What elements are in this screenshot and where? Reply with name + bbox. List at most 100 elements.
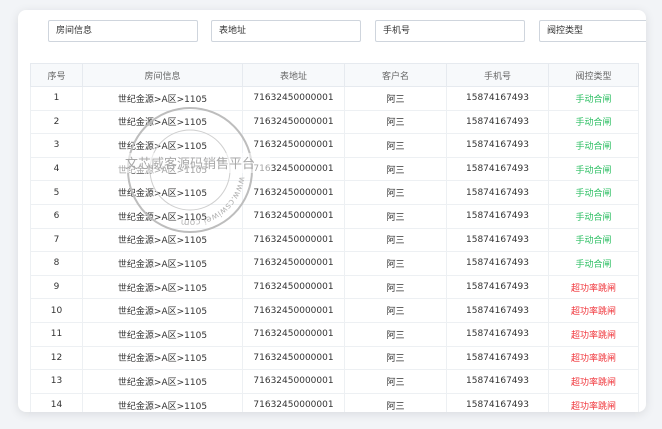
meter-address-cell: 71632450000001 bbox=[242, 251, 345, 276]
customer-name-cell: 阿三 bbox=[344, 133, 447, 158]
meter-address-cell: 71632450000001 bbox=[242, 392, 345, 412]
row-index: 7 bbox=[30, 227, 83, 253]
customer-name-cell: 阿三 bbox=[344, 86, 447, 111]
valve-type-cell: 手动合闸 bbox=[548, 203, 639, 229]
customer-name-cell: 阿三 bbox=[344, 156, 447, 182]
table-row[interactable]: 11 世纪金源>A区>1105 71632450000001 阿三 1587416749… bbox=[30, 321, 639, 347]
phone-cell: 15874167493 bbox=[446, 203, 549, 229]
col-phone-header: 手机号 bbox=[446, 63, 549, 87]
table-header-row: 序号 房间信息 表地址 客户名 手机号 阀控类型 bbox=[30, 63, 639, 87]
customer-name-cell: 阿三 bbox=[344, 321, 447, 347]
table-row[interactable]: 14 世纪金源>A区>1105 71632450000001 阿三 1587416749… bbox=[30, 392, 639, 412]
col-index-header: 序号 bbox=[30, 63, 83, 87]
table-row[interactable]: 7 世纪金源>A区>1105 71632450000001 阿三 15874167493… bbox=[30, 227, 639, 253]
phone-cell: 15874167493 bbox=[446, 298, 549, 323]
col-customer-name-header: 客户名 bbox=[344, 63, 447, 87]
meter-address-cell: 71632450000001 bbox=[242, 274, 345, 300]
row-index: 8 bbox=[30, 251, 83, 276]
room-info-cell: 世纪金源>A区>1105 bbox=[82, 203, 243, 229]
room-info-cell: 世纪金源>A区>1105 bbox=[82, 86, 243, 111]
row-index: 14 bbox=[30, 392, 83, 412]
valve-type-cell: 超功率跳闸 bbox=[548, 274, 639, 300]
table-row[interactable]: 10 世纪金源>A区>1105 71632450000001 阿三 1587416749… bbox=[30, 298, 639, 323]
phone-cell: 15874167493 bbox=[446, 180, 549, 205]
table-row[interactable]: 6 世纪金源>A区>1105 71632450000001 阿三 15874167493… bbox=[30, 203, 639, 229]
row-index: 10 bbox=[30, 298, 83, 323]
phone-cell: 15874167493 bbox=[446, 321, 549, 347]
meter-address-cell: 71632450000001 bbox=[242, 298, 345, 323]
room-info-cell: 世纪金源>A区>1105 bbox=[82, 345, 243, 371]
meter-address-cell: 71632450000001 bbox=[242, 180, 345, 205]
valve-type-cell: 手动合闸 bbox=[548, 133, 639, 158]
customer-name-cell: 阿三 bbox=[344, 227, 447, 253]
room-info-cell: 世纪金源>A区>1105 bbox=[82, 251, 243, 276]
room-info-cell: 世纪金源>A区>1105 bbox=[82, 156, 243, 182]
phone-cell: 15874167493 bbox=[446, 345, 549, 371]
table-row[interactable]: 8 世纪金源>A区>1105 71632450000001 阿三 15874167493… bbox=[30, 251, 639, 276]
phone-cell: 15874167493 bbox=[446, 274, 549, 300]
meter-address-cell: 71632450000001 bbox=[242, 156, 345, 182]
room-info-cell: 世纪金源>A区>1105 bbox=[82, 274, 243, 300]
valve-type-cell: 手动合闸 bbox=[548, 156, 639, 182]
room-info-cell: 世纪金源>A区>1105 bbox=[82, 321, 243, 347]
customer-name-cell: 阿三 bbox=[344, 109, 447, 135]
meter-address-cell: 71632450000001 bbox=[242, 227, 345, 253]
phone-cell: 15874167493 bbox=[446, 227, 549, 253]
room-info-filter-input[interactable]: 房间信息 bbox=[48, 20, 198, 42]
customer-name-cell: 阿三 bbox=[344, 369, 447, 394]
row-index: 1 bbox=[30, 86, 83, 111]
valve-type-cell: 手动合闸 bbox=[548, 251, 639, 276]
valve-type-cell: 手动合闸 bbox=[548, 86, 639, 111]
valve-type-cell: 手动合闸 bbox=[548, 227, 639, 253]
row-index: 13 bbox=[30, 369, 83, 394]
table-row[interactable]: 13 世纪金源>A区>1105 71632450000001 阿三 1587416749… bbox=[30, 369, 639, 394]
table-row[interactable]: 2 世纪金源>A区>1105 71632450000001 阿三 15874167493… bbox=[30, 109, 639, 135]
customer-name-cell: 阿三 bbox=[344, 180, 447, 205]
table-row[interactable]: 5 世纪金源>A区>1105 71632450000001 阿三 15874167493… bbox=[30, 180, 639, 205]
table-row[interactable]: 4 世纪金源>A区>1105 71632450000001 阿三 15874167493… bbox=[30, 156, 639, 182]
table-row[interactable]: 9 世纪金源>A区>1105 71632450000001 阿三 15874167493… bbox=[30, 274, 639, 300]
col-meter-address-header: 表地址 bbox=[242, 63, 345, 87]
row-index: 11 bbox=[30, 321, 83, 347]
meter-address-cell: 71632450000001 bbox=[242, 345, 345, 371]
row-index: 9 bbox=[30, 274, 83, 300]
customer-name-cell: 阿三 bbox=[344, 298, 447, 323]
valve-type-cell: 超功率跳闸 bbox=[548, 298, 639, 323]
meter-address-cell: 71632450000001 bbox=[242, 203, 345, 229]
customer-name-cell: 阿三 bbox=[344, 251, 447, 276]
valve-type-cell: 超功率跳闸 bbox=[548, 321, 639, 347]
valve-type-cell: 超功率跳闸 bbox=[548, 369, 639, 394]
room-info-cell: 世纪金源>A区>1105 bbox=[82, 298, 243, 323]
phone-cell: 15874167493 bbox=[446, 109, 549, 135]
valve-type-cell: 手动合闸 bbox=[548, 180, 639, 205]
filter-bar: 房间信息 表地址 手机号 阀控类型 bbox=[48, 20, 646, 42]
table-row[interactable]: 1 世纪金源>A区>1105 71632450000001 阿三 15874167493… bbox=[30, 86, 639, 111]
row-index: 12 bbox=[30, 345, 83, 371]
phone-cell: 15874167493 bbox=[446, 369, 549, 394]
phone-cell: 15874167493 bbox=[446, 392, 549, 412]
room-info-cell: 世纪金源>A区>1105 bbox=[82, 180, 243, 205]
room-info-cell: 世纪金源>A区>1105 bbox=[82, 392, 243, 412]
customer-name-cell: 阿三 bbox=[344, 203, 447, 229]
phone-cell: 15874167493 bbox=[446, 251, 549, 276]
phone-cell: 15874167493 bbox=[446, 86, 549, 111]
phone-cell: 15874167493 bbox=[446, 156, 549, 182]
meter-address-cell: 71632450000001 bbox=[242, 133, 345, 158]
room-info-cell: 世纪金源>A区>1105 bbox=[82, 109, 243, 135]
row-index: 5 bbox=[30, 180, 83, 205]
meter-address-filter-input[interactable]: 表地址 bbox=[211, 20, 361, 42]
valve-type-filter-select[interactable]: 阀控类型 bbox=[539, 20, 646, 42]
table-row[interactable]: 3 世纪金源>A区>1105 71632450000001 阿三 15874167493… bbox=[30, 133, 639, 158]
room-info-cell: 世纪金源>A区>1105 bbox=[82, 227, 243, 253]
meter-address-cell: 71632450000001 bbox=[242, 86, 345, 111]
meter-address-cell: 71632450000001 bbox=[242, 321, 345, 347]
customer-name-cell: 阿三 bbox=[344, 345, 447, 371]
col-room-info-header: 房间信息 bbox=[82, 63, 243, 87]
phone-cell: 15874167493 bbox=[446, 133, 549, 158]
table-row[interactable]: 12 世纪金源>A区>1105 71632450000001 阿三 1587416749… bbox=[30, 345, 639, 371]
row-index: 2 bbox=[30, 109, 83, 135]
customer-name-cell: 阿三 bbox=[344, 274, 447, 300]
phone-filter-input[interactable]: 手机号 bbox=[375, 20, 525, 42]
table-body: 1 世纪金源>A区>1105 71632450000001 阿三 15874167493… bbox=[30, 86, 639, 412]
row-index: 6 bbox=[30, 203, 83, 229]
